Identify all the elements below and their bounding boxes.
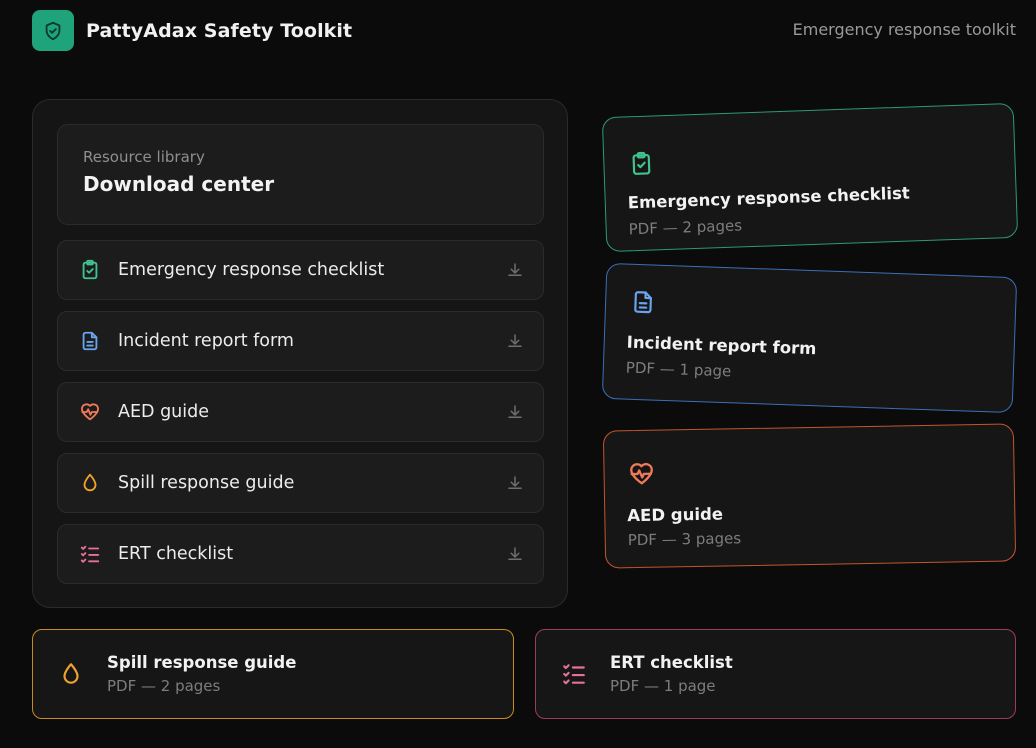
brand: PattyAdax Safety Toolkit bbox=[32, 10, 352, 51]
card-ert-checklist[interactable]: ERT checklist PDF — 1 page bbox=[535, 629, 1016, 719]
card-text: Spill response guide PDF — 2 pages bbox=[107, 653, 296, 695]
tagline: Emergency response toolkit bbox=[792, 20, 1016, 39]
resource-library-panel: Resource library Download center Emergen… bbox=[32, 99, 568, 608]
card-meta: PDF — 2 pages bbox=[107, 677, 221, 695]
card-meta: PDF — 1 page bbox=[610, 677, 716, 695]
heart-pulse-icon bbox=[78, 400, 102, 424]
card-title: Emergency response checklist bbox=[627, 183, 911, 213]
card-title: Incident report form bbox=[626, 332, 817, 359]
resource-row-emergency-checklist[interactable]: Emergency response checklist bbox=[57, 240, 544, 300]
library-header: Resource library Download center bbox=[57, 124, 544, 225]
download-icon[interactable] bbox=[505, 260, 525, 280]
download-icon[interactable] bbox=[505, 331, 525, 351]
clipboard-check-icon bbox=[626, 148, 657, 179]
download-icon[interactable] bbox=[505, 473, 525, 493]
card-title: AED guide bbox=[627, 504, 724, 526]
heart-pulse-icon bbox=[626, 459, 657, 490]
clipboard-check-icon bbox=[78, 258, 102, 282]
card-spill-guide[interactable]: Spill response guide PDF — 2 pages bbox=[32, 629, 514, 719]
resource-label: ERT checklist bbox=[118, 544, 234, 564]
list-check-icon bbox=[78, 542, 102, 566]
document-icon bbox=[78, 329, 102, 353]
card-text: ERT checklist PDF — 1 page bbox=[610, 653, 733, 695]
card-meta: PDF — 3 pages bbox=[627, 529, 742, 550]
card-incident-report[interactable]: Incident report form PDF — 1 page bbox=[601, 262, 1018, 414]
list-check-icon bbox=[560, 660, 588, 688]
droplet-icon bbox=[57, 660, 85, 688]
download-icon[interactable] bbox=[505, 544, 525, 564]
resource-label: Incident report form bbox=[118, 331, 294, 351]
card-title: Spill response guide bbox=[107, 653, 297, 672]
resource-label: Spill response guide bbox=[118, 473, 295, 493]
resource-row-spill-guide[interactable]: Spill response guide bbox=[57, 453, 544, 513]
resource-row-ert-checklist[interactable]: ERT checklist bbox=[57, 524, 544, 584]
resource-label: Emergency response checklist bbox=[118, 260, 385, 280]
download-icon[interactable] bbox=[505, 402, 525, 422]
brand-title: PattyAdax Safety Toolkit bbox=[86, 19, 353, 42]
resource-label: AED guide bbox=[118, 402, 210, 422]
shield-icon bbox=[32, 10, 74, 51]
card-meta: PDF — 2 pages bbox=[628, 216, 743, 239]
library-kicker: Resource library bbox=[83, 148, 205, 166]
resource-row-aed-guide[interactable]: AED guide bbox=[57, 382, 544, 442]
card-title: ERT checklist bbox=[610, 653, 733, 672]
resource-row-incident-report[interactable]: Incident report form bbox=[57, 311, 544, 371]
document-icon bbox=[628, 287, 659, 318]
card-meta: PDF — 1 page bbox=[625, 358, 732, 381]
library-title: Download center bbox=[83, 172, 275, 196]
droplet-icon bbox=[78, 471, 102, 495]
card-emergency-checklist[interactable]: Emergency response checklist PDF — 2 pag… bbox=[601, 102, 1019, 253]
card-aed-guide[interactable]: AED guide PDF — 3 pages bbox=[602, 423, 1017, 569]
